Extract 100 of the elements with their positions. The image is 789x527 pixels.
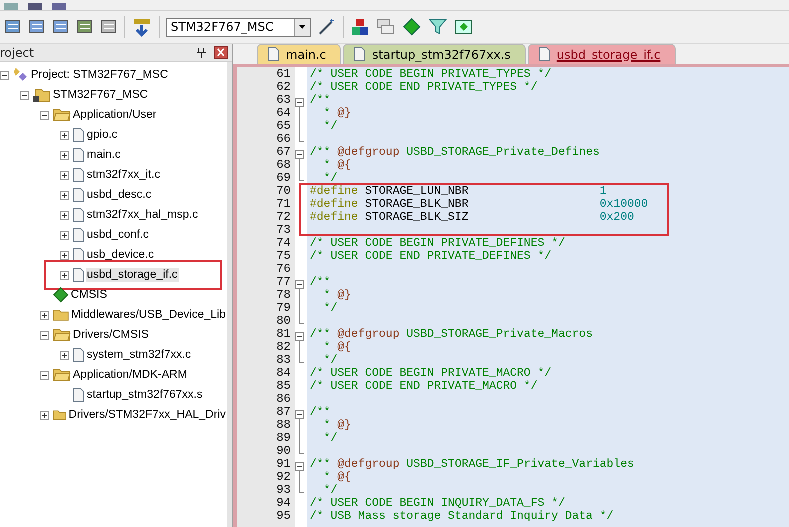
scrollbar[interactable] xyxy=(227,62,232,527)
expand-toggle[interactable] xyxy=(60,350,69,360)
expand-toggle[interactable] xyxy=(60,130,69,140)
code-line: */ xyxy=(322,302,338,315)
collapse-toggle[interactable] xyxy=(40,330,49,340)
tree-item[interactable]: main.c xyxy=(86,148,122,162)
line-number: 77 xyxy=(276,276,292,289)
expand-toggle[interactable] xyxy=(60,250,69,260)
funnel-icon[interactable] xyxy=(428,17,448,37)
code-line: /* USER CODE BEGIN PRIVATE_MACRO */ xyxy=(309,367,552,380)
line-number: 83 xyxy=(276,354,292,367)
tree-item[interactable]: gpio.c xyxy=(86,128,119,142)
tree-item[interactable]: Application/User xyxy=(72,108,158,122)
line-number: 71 xyxy=(276,198,292,211)
code-line: /** @defgroup USBD_STORAGE_Private_Defines xyxy=(309,146,600,159)
fold-toggle[interactable] xyxy=(295,330,305,343)
code-line: #define STORAGE_BLK_SIZ 0x200 xyxy=(309,211,634,224)
close-icon[interactable] xyxy=(214,46,228,59)
line-number: 93 xyxy=(276,484,292,497)
line-number: 91 xyxy=(276,458,292,471)
tree-item[interactable]: usbd_desc.c xyxy=(86,188,153,202)
fold-toggle[interactable] xyxy=(295,408,305,421)
file-icon xyxy=(73,208,85,222)
fold-toggle[interactable] xyxy=(295,148,305,161)
tree-item[interactable]: stm32f7xx_it.c xyxy=(86,168,162,182)
file-icon xyxy=(268,47,280,62)
file-icon xyxy=(73,148,85,162)
fold-toggle[interactable] xyxy=(295,460,305,473)
code-line: * @{ xyxy=(322,341,352,354)
fold-toggle[interactable] xyxy=(295,278,305,291)
wand-icon[interactable] xyxy=(317,17,337,37)
line-number: 73 xyxy=(276,224,292,237)
tree-item[interactable]: Drivers/STM32F7xx_HAL_Driv xyxy=(68,408,227,422)
line-number: 80 xyxy=(276,315,292,328)
file-tab[interactable]: startup_stm32f767xx.s xyxy=(343,44,526,64)
tree-item[interactable]: usb_device.c xyxy=(86,248,156,262)
expand-toggle[interactable] xyxy=(40,310,49,320)
tree-item[interactable]: STM32F767_MSC xyxy=(52,88,150,102)
tree-item[interactable]: Middlewares/USB_Device_Lib xyxy=(70,308,227,322)
file-icon xyxy=(354,47,366,62)
tree-item[interactable]: Project: STM32F767_MSC xyxy=(30,68,170,82)
code-line: /* USER CODE END PRIVATE_MACRO */ xyxy=(309,380,538,393)
project-icon xyxy=(13,67,29,83)
expand-toggle[interactable] xyxy=(60,230,69,240)
line-number: 72 xyxy=(276,211,292,224)
panel-title: roject xyxy=(0,46,34,60)
line-number: 66 xyxy=(276,133,292,146)
line-number: 89 xyxy=(276,432,292,445)
expand-toggle[interactable] xyxy=(60,170,69,180)
pin-icon[interactable] xyxy=(197,48,206,58)
line-number: 61 xyxy=(276,68,292,81)
tree-item[interactable]: startup_stm32f767xx.s xyxy=(86,388,204,402)
line-number: 94 xyxy=(276,497,292,510)
tree-item[interactable]: stm32f7xx_hal_msp.c xyxy=(86,208,200,222)
file-icon xyxy=(73,388,85,402)
blocks-icon[interactable] xyxy=(350,17,370,37)
tree-item[interactable]: Application/MDK-ARM xyxy=(72,368,188,382)
line-number: 78 xyxy=(276,289,292,302)
code-line: * @} xyxy=(322,107,352,120)
code-line: /* USER CODE BEGIN INQUIRY_DATA_FS */ xyxy=(309,497,566,510)
code-line: */ xyxy=(322,120,338,133)
line-number: 70 xyxy=(276,185,292,198)
collapse-toggle[interactable] xyxy=(20,90,29,100)
file-icon xyxy=(73,188,85,202)
expand-toggle[interactable] xyxy=(40,410,49,420)
file-icon xyxy=(73,128,85,142)
caret-icon xyxy=(299,25,306,29)
expand-toggle[interactable] xyxy=(60,150,69,160)
file-tab[interactable]: usbd_storage_if.c xyxy=(528,44,676,64)
line-number: 90 xyxy=(276,445,292,458)
expand-toggle[interactable] xyxy=(60,210,69,220)
target-select[interactable]: STM32F767_MSC xyxy=(166,18,311,36)
code-line: /** xyxy=(309,94,331,107)
file-tab[interactable]: main.c xyxy=(257,44,342,64)
code-line: /* USER CODE BEGIN PRIVATE_DEFINES */ xyxy=(309,237,566,250)
load-icon[interactable] xyxy=(131,16,153,38)
code-line: #define STORAGE_LUN_NBR 1 xyxy=(309,185,607,198)
line-number: 86 xyxy=(276,393,292,406)
fold-toggle[interactable] xyxy=(295,96,305,109)
expand-toggle[interactable] xyxy=(60,190,69,200)
file-icon xyxy=(73,168,85,182)
tree-item[interactable]: usbd_storage_if.c xyxy=(86,268,179,282)
tree-item[interactable]: Drivers/CMSIS xyxy=(72,328,150,342)
code-line: /** @defgroup USBD_STORAGE_IF_Private_Variables xyxy=(309,458,634,471)
collapse-toggle[interactable] xyxy=(40,110,49,120)
line-number: 81 xyxy=(276,328,292,341)
tree-item[interactable]: CMSIS xyxy=(70,288,108,302)
line-number: 65 xyxy=(276,120,292,133)
tree-item[interactable]: usbd_conf.c xyxy=(86,228,150,242)
target-folder-icon xyxy=(33,88,51,102)
code-line: /* USB Mass storage Standard Inquiry Data */ xyxy=(309,510,614,523)
folder-icon xyxy=(53,308,70,322)
diamond-icon[interactable] xyxy=(402,17,422,37)
collapse-toggle[interactable] xyxy=(40,370,49,380)
expand-toggle[interactable] xyxy=(60,270,69,280)
collapse-toggle[interactable] xyxy=(0,70,9,80)
tree-item[interactable]: system_stm32f7xx.c xyxy=(86,348,192,362)
code-line: */ xyxy=(322,484,338,497)
folder-icon xyxy=(53,408,67,422)
windows-icon[interactable] xyxy=(376,17,396,37)
